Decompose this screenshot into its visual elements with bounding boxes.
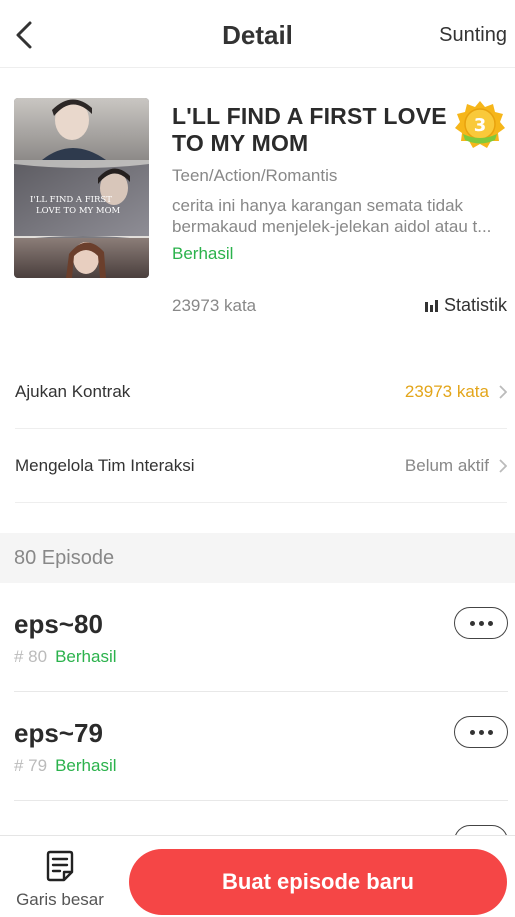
bottom-action-bar: Garis besar Buat episode baru [0, 835, 515, 917]
description-line-1: cerita ini hanya karangan semata tidak [172, 196, 464, 215]
episode-meta: # 79 Berhasil [14, 756, 117, 776]
page-title: Detail [222, 20, 293, 50]
submit-contract-row[interactable]: Ajukan Kontrak 23973 kata [15, 355, 507, 429]
outline-document-icon [46, 850, 74, 882]
book-status: Berhasil [172, 244, 234, 263]
cover-title-line2: LOVE TO MY MOM [36, 206, 121, 216]
episode-count-header: 80 Episode [0, 533, 515, 583]
cover-title-line1: I'LL FIND A FIRST [30, 195, 112, 205]
edit-button[interactable]: Sunting [439, 24, 507, 47]
more-dots-icon [469, 620, 493, 626]
episode-meta: # 80 Berhasil [14, 647, 117, 667]
episode-number: # 80 [14, 647, 48, 666]
book-description: cerita ini hanya karangan semata tidak b… [172, 195, 510, 237]
episode-title: eps~79 [14, 718, 103, 748]
episode-list-item[interactable]: eps~80 # 80 Berhasil [14, 583, 508, 692]
level-badge: 3 [455, 100, 505, 150]
episode-more-button[interactable] [454, 716, 508, 748]
episode-status: Berhasil [55, 647, 117, 666]
manage-team-label: Mengelola Tim Interaksi [15, 455, 195, 475]
book-title: L'LL FIND A FIRST LOVE TO MY MOM [172, 103, 447, 156]
top-bar: Detail Sunting [0, 0, 515, 68]
manage-interaction-team-row[interactable]: Mengelola Tim Interaksi Belum aktif [15, 429, 507, 503]
submit-contract-label: Ajukan Kontrak [15, 381, 131, 401]
episode-more-button[interactable] [454, 607, 508, 639]
outline-button[interactable]: Garis besar [10, 850, 110, 912]
outline-label: Garis besar [16, 890, 104, 909]
more-dots-icon [469, 729, 493, 735]
episode-title: eps~80 [14, 609, 103, 639]
medal-icon: 3 [455, 101, 505, 148]
level-number: 3 [474, 115, 487, 136]
word-count: 23973 kata [172, 296, 257, 315]
episode-number: # 79 [14, 756, 48, 775]
statistics-button[interactable]: Statistik [424, 295, 507, 316]
statistics-label: Statistik [443, 295, 507, 315]
chevron-right-icon [499, 458, 507, 473]
submit-contract-value: 23973 kata [404, 381, 489, 401]
manage-team-value: Belum aktif [404, 455, 489, 475]
episode-list-item[interactable]: eps~79 # 79 Berhasil [14, 692, 508, 801]
chevron-right-icon [499, 384, 507, 399]
book-cover-image[interactable]: I'LL FIND A FIRST LOVE TO MY MOM [14, 98, 149, 278]
bar-chart-icon [424, 299, 438, 312]
book-detail-page: Detail Sunting I'LL FIND A FIRST LOVE TO… [0, 0, 515, 917]
create-new-episode-button[interactable]: Buat episode baru [129, 849, 507, 915]
episode-status: Berhasil [55, 756, 117, 775]
book-genre: Teen/Action/Romantis [172, 166, 338, 185]
cover-artwork: I'LL FIND A FIRST LOVE TO MY MOM [14, 98, 149, 278]
description-line-2: bermakaud menjelek-jelekan aidol atau t.… [172, 217, 492, 236]
